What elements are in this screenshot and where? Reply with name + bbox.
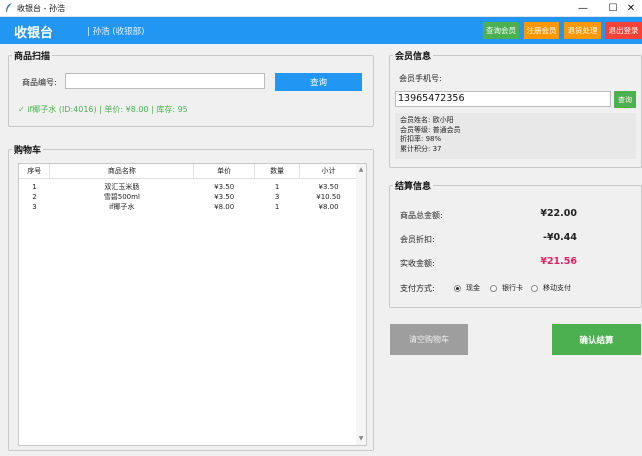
- table-row[interactable]: 3 if椰子水 ¥8.00 1 ¥8.00: [19, 202, 358, 212]
- scan-query-button[interactable]: 查询: [275, 73, 362, 91]
- column-header[interactable]: 小计: [299, 164, 358, 179]
- method-label: 支付方式:: [400, 284, 435, 293]
- radio-label: 现金: [466, 284, 480, 292]
- cell: 3: [274, 193, 280, 201]
- feather-icon: [6, 3, 12, 12]
- clear-cart-button[interactable]: 清空购物车: [390, 324, 468, 355]
- register-member-button[interactable]: 注册会员: [524, 22, 559, 39]
- column-header[interactable]: 单价: [193, 164, 256, 179]
- logout-button[interactable]: 退出登录: [605, 22, 642, 39]
- table-row[interactable]: 1 双汇玉米肠 ¥3.50 1 ¥3.50: [19, 182, 358, 192]
- scan-result: ✓ if椰子水 (ID:4016) | 单价: ¥8.00 | 库存: 95: [18, 105, 188, 114]
- settle-panel: 结算信息 商品总金额: ¥22.00 会员折扣: -¥0.44 实收金额: ¥2…: [389, 179, 642, 308]
- cell: ¥3.50: [214, 183, 235, 191]
- total-label: 商品总金额:: [400, 211, 443, 220]
- radio-mobile[interactable]: 移动支付: [531, 283, 571, 293]
- member-panel: 会员信息 会员手机号: 13965472356 查询 会员姓名: 欧小阳 会员等…: [389, 49, 642, 168]
- member-level: 会员等级: 普通会员: [400, 125, 461, 134]
- return-button[interactable]: 退货处理: [564, 22, 601, 39]
- scroll-down-icon[interactable]: ▼: [357, 435, 365, 443]
- window-titlebar: 收银台 - 孙浩 — ☐ ✕: [0, 0, 642, 17]
- cell: 1: [274, 183, 280, 191]
- scroll-up-icon[interactable]: ▲: [357, 166, 365, 174]
- cell: 雪碧500ml: [103, 193, 140, 201]
- radio-dot-icon: [490, 284, 497, 292]
- radio-cash[interactable]: 现金: [454, 283, 480, 293]
- discount-label: 会员折扣:: [400, 235, 435, 244]
- pay-value: ¥21.56: [540, 256, 577, 267]
- phone-label: 会员手机号:: [399, 74, 442, 83]
- scan-title: 商品扫描: [12, 49, 53, 62]
- window-title: 收银台 - 孙浩: [17, 4, 65, 13]
- cell: ¥8.00: [318, 203, 339, 211]
- cart-panel: 购物车 序号 商品名称 单价 数量 小计 1 双汇玉米肠 ¥3.50 1 ¥3.…: [8, 143, 374, 451]
- user-label: | 孙浩 (收银部): [87, 27, 145, 37]
- minimize-button[interactable]: —: [568, 0, 598, 17]
- query-member-button[interactable]: 查询会员: [483, 22, 519, 39]
- cell: 1: [32, 183, 37, 191]
- cell: ¥3.50: [214, 193, 235, 201]
- column-header[interactable]: 商品名称: [49, 164, 195, 179]
- cell: 1: [274, 203, 280, 211]
- discount-value: -¥0.44: [543, 232, 577, 243]
- cell: ¥8.00: [214, 203, 235, 211]
- code-input[interactable]: [65, 73, 265, 89]
- radio-dot-icon: [454, 284, 461, 292]
- radio-card[interactable]: 银行卡: [490, 283, 523, 293]
- member-info-box: 会员姓名: 欧小阳 会员等级: 普通会员 折扣率: 98% 累计积分: 37: [395, 113, 636, 159]
- page-title: 收银台: [14, 26, 54, 41]
- member-name: 会员姓名: 欧小阳: [400, 116, 454, 124]
- cell: 3: [32, 203, 37, 211]
- cart-scrollbar[interactable]: ▲ ▼: [356, 164, 366, 445]
- close-button[interactable]: ✕: [620, 0, 642, 17]
- settle-title: 结算信息: [393, 179, 434, 192]
- cell: if椰子水: [109, 203, 135, 211]
- member-points: 累计积分: 37: [400, 144, 442, 153]
- radio-label: 移动支付: [543, 284, 571, 292]
- pay-label: 实收金额:: [400, 259, 435, 268]
- table-row[interactable]: 2 雪碧500ml ¥3.50 3 ¥10.50: [19, 192, 358, 202]
- column-header[interactable]: 数量: [254, 164, 301, 179]
- table-header-row: 序号 商品名称 单价 数量 小计: [19, 164, 358, 179]
- radio-dot-icon: [531, 284, 538, 292]
- confirm-checkout-button[interactable]: 确认结算: [552, 324, 641, 355]
- code-label: 商品编号:: [22, 78, 57, 87]
- scan-panel: 商品扫描 商品编号: 查询 ✓ if椰子水 (ID:4016) | 单价: ¥8…: [8, 49, 374, 127]
- cart-title: 购物车: [12, 143, 44, 156]
- cell: 2: [32, 193, 37, 201]
- total-value: ¥22.00: [540, 208, 577, 219]
- member-discount: 折扣率: 98%: [400, 135, 442, 144]
- cart-table: 序号 商品名称 单价 数量 小计 1 双汇玉米肠 ¥3.50 1 ¥3.50 2: [18, 163, 367, 446]
- radio-label: 银行卡: [502, 284, 523, 292]
- column-header[interactable]: 序号: [19, 164, 51, 179]
- cell: ¥3.50: [318, 183, 339, 191]
- member-title: 会员信息: [393, 49, 434, 62]
- member-query-button[interactable]: 查询: [614, 91, 636, 108]
- cell: ¥10.50: [316, 193, 341, 201]
- app-header: 收银台 | 孙浩 (收银部) 查询会员 注册会员 退货处理 退出登录: [0, 17, 642, 44]
- cell: 双汇玉米肠: [104, 183, 140, 191]
- phone-input[interactable]: 13965472356: [395, 91, 611, 107]
